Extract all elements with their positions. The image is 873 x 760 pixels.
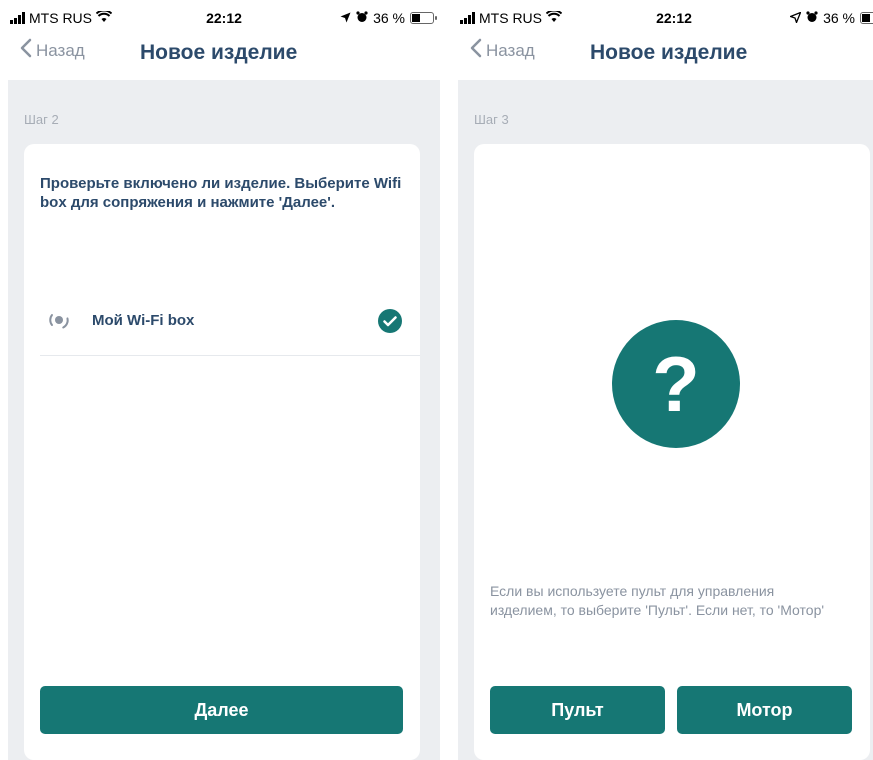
battery-icon [410,12,437,24]
status-right: 36 % [340,10,437,26]
checkmark-icon [378,309,402,333]
status-right: 36 % [788,10,873,26]
back-button[interactable]: Назад [470,38,535,63]
navigation-bar: Назад Новое изделие [8,38,440,70]
page-title: Новое изделие [590,41,748,64]
status-bar: MTS RUS 22:12 36 % [458,8,873,30]
top-bar: MTS RUS 22:12 36 % Назад Новое изделие [458,0,873,80]
step-label: Шаг 3 [474,112,509,127]
chevron-left-icon [470,38,482,63]
battery-percent: 36 % [373,10,405,26]
content-card: Проверьте включено ли изделие. Выберите … [24,144,420,760]
navigation-bar: Назад Новое изделие [458,38,873,70]
device-list-item[interactable]: Мой Wi-Fi box [40,296,420,356]
back-label: Назад [486,40,535,60]
alarm-icon [356,10,368,26]
motor-button[interactable]: Мотор [677,686,852,734]
instruction-text: Проверьте включено ли изделие. Выберите … [40,175,402,211]
back-button[interactable]: Назад [20,38,85,63]
hint-text: Если вы используете пульт для управления… [490,583,825,618]
next-button[interactable]: Далее [40,686,403,734]
battery-percent: 36 % [823,10,855,26]
screen-step-2: MTS RUS 22:12 36 % Назад Новое изделие Ш… [8,0,440,760]
battery-icon [860,12,873,24]
location-icon [788,10,802,26]
question-icon: ? [612,320,740,448]
remote-button[interactable]: Пульт [490,686,665,734]
alarm-icon [806,10,818,26]
content-card: ? Если вы используете пульт для управлен… [474,144,870,760]
status-bar: MTS RUS 22:12 36 % [8,8,440,30]
page-title: Новое изделие [140,41,298,64]
back-label: Назад [36,40,85,60]
chevron-left-icon [20,38,32,63]
step-label: Шаг 2 [24,112,59,127]
device-name: Мой Wi-Fi box [92,312,195,329]
screen-step-3: MTS RUS 22:12 36 % Назад Новое изделие Ш… [458,0,873,760]
location-icon [340,10,351,26]
wifi-box-icon [46,306,72,337]
top-bar: MTS RUS 22:12 36 % Назад Новое изделие [8,0,440,80]
